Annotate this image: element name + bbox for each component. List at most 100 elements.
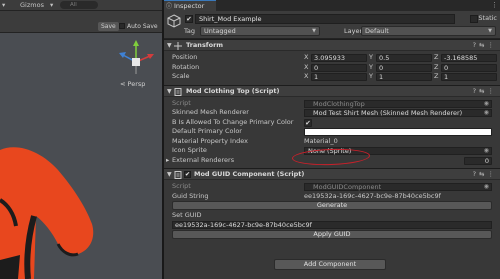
- material-index-row: Material Property Index Material_0: [164, 137, 500, 147]
- material-index-label: Material Property Index: [172, 136, 248, 145]
- primary-color-swatch[interactable]: [304, 128, 492, 136]
- chevron-down-icon: ▼: [488, 28, 492, 34]
- script-icon: [174, 87, 182, 96]
- object-picker-icon[interactable]: ◉: [484, 148, 489, 154]
- component-header-icons[interactable]: ?⇆⋮: [473, 169, 497, 180]
- auto-save-toggle[interactable]: Auto Save: [118, 22, 161, 31]
- scale-x-field[interactable]: 1: [311, 73, 367, 81]
- gameobject-active-checkbox[interactable]: ✔: [185, 15, 193, 23]
- generate-row: Generate: [164, 201, 500, 211]
- rotation-z-field[interactable]: 0: [441, 63, 497, 72]
- transform-header[interactable]: ▼ Transform ?⇆⋮: [164, 39, 500, 51]
- auto-save-checkbox[interactable]: [119, 23, 125, 29]
- inspector-tab-label: Inspector: [174, 2, 205, 10]
- script-field: ModClothingTop ◉: [304, 99, 492, 108]
- perspective-label[interactable]: ⋖ Persp: [120, 80, 145, 88]
- skinned-mesh-row: Skinned Mesh Renderer Mod Test Shirt Mes…: [164, 108, 500, 118]
- inspector-tab-bar: ⓘ Inspector ⋮: [164, 0, 500, 11]
- gameobject-name-input[interactable]: Shirt_Mod Example: [195, 14, 455, 24]
- foldout-arrow-icon[interactable]: ▼: [167, 169, 172, 180]
- set-guid-label-row: Set GUID: [164, 211, 500, 221]
- script-label: Script: [172, 98, 191, 107]
- gameobject-header: ✔ Shirt_Mod Example Static Tag Untagged ▼…: [164, 11, 500, 39]
- scene-secondary-toolbar: Save Auto Save: [0, 11, 162, 33]
- mod-clothing-top-title: Mod Clothing Top (Script): [186, 86, 280, 95]
- skinned-mesh-value: Mod Test Shirt Mesh (Skinned Mesh Render…: [313, 109, 463, 117]
- guid-string-value[interactable]: ee19532a-169c-4627-bc9e-87b40ce5bc9f: [304, 192, 441, 202]
- tag-label: Tag: [184, 27, 196, 35]
- x-axis-label: X: [304, 62, 309, 71]
- component-header-icons[interactable]: ?⇆⋮: [473, 86, 497, 97]
- scene-view[interactable]: ▾ Gizmos ▾ All Save Auto Save ⋖ Persp: [0, 0, 162, 279]
- auto-save-label: Auto Save: [127, 23, 158, 30]
- scale-y-field[interactable]: 1: [376, 73, 432, 81]
- scene-tab-bar: ▾ Gizmos ▾ All: [0, 0, 162, 11]
- primary-color-label: Default Primary Color: [172, 127, 242, 135]
- chevron-down-icon: ▼: [312, 28, 316, 34]
- skinned-mesh-field[interactable]: Mod Test Shirt Mesh (Skinned Mesh Render…: [304, 109, 492, 117]
- scale-row: Scale X 1 Y 1 Z 1: [164, 72, 500, 82]
- save-button[interactable]: Save: [98, 22, 119, 31]
- rotation-row: Rotation X 0 Y 0 Z 0: [164, 63, 500, 73]
- mod-guid-header[interactable]: ▼ ✔ Mod GUID Component (Script) ?⇆⋮: [164, 168, 500, 180]
- gizmo-toggle: ▾: [2, 1, 6, 9]
- apply-guid-button[interactable]: Apply GUID: [172, 229, 492, 239]
- scene-search-input[interactable]: All: [60, 1, 98, 9]
- script-value: ModGUIDComponent: [313, 183, 382, 191]
- position-z-field[interactable]: -3.168585: [441, 54, 497, 62]
- gizmos-caret-icon[interactable]: ▾: [50, 0, 53, 10]
- y-axis-label: Y: [369, 72, 373, 80]
- scale-z-field[interactable]: 1: [441, 73, 497, 81]
- guid-string-row: Guid String ee19532a-169c-4627-bc9e-87b4…: [164, 192, 500, 202]
- tab-inspector[interactable]: ⓘ Inspector: [164, 0, 216, 11]
- x-axis-label: X: [304, 53, 309, 61]
- generate-button[interactable]: Generate: [172, 201, 492, 210]
- persp-icon: ⋖: [120, 80, 126, 88]
- inspector-menu-icon[interactable]: ⋮: [491, 1, 498, 9]
- gizmo-y-axis-icon: [133, 40, 139, 46]
- rotation-label: Rotation: [172, 62, 200, 71]
- cube-icon: [167, 14, 181, 28]
- primary-color-row: Default Primary Color: [164, 127, 500, 137]
- tag-value: Untagged: [204, 27, 236, 35]
- object-picker-icon: ◉: [483, 183, 489, 190]
- script-field: ModGUIDComponent ◉: [304, 183, 492, 191]
- apply-guid-row: Apply GUID: [164, 229, 500, 240]
- persp-text: Persp: [127, 80, 146, 88]
- rotation-x-field[interactable]: 0: [311, 63, 367, 72]
- add-component-button[interactable]: Add Component: [274, 259, 386, 270]
- position-y-field[interactable]: 0.5: [376, 54, 432, 62]
- gizmos-dropdown[interactable]: Gizmos: [20, 0, 44, 10]
- rotation-y-field[interactable]: 0: [376, 63, 432, 72]
- allowed-change-color-checkbox[interactable]: ✔: [304, 118, 312, 127]
- mod-clothing-top-header[interactable]: ▼ Mod Clothing Top (Script) ?⇆⋮: [164, 84, 500, 97]
- skinned-mesh-label: Skinned Mesh Renderer: [172, 108, 249, 116]
- object-picker-icon[interactable]: ◉: [484, 110, 489, 116]
- allowed-change-color-row: B Is Allowed To Change Primary Color ✔: [164, 118, 500, 128]
- script-icon: [174, 171, 182, 179]
- tag-dropdown[interactable]: Untagged ▼: [200, 26, 320, 36]
- foldout-arrow-icon[interactable]: ▼: [167, 40, 172, 51]
- foldout-arrow-icon[interactable]: ▸: [166, 156, 169, 166]
- set-guid-input[interactable]: ee19532a-169c-4627-bc9e-87b40ce5bc9f: [172, 221, 492, 229]
- layer-dropdown[interactable]: Default ▼: [361, 26, 496, 36]
- position-x-field[interactable]: 3.095933: [311, 54, 367, 62]
- z-axis-label: Z: [434, 53, 439, 61]
- static-checkbox[interactable]: [470, 15, 478, 23]
- icon-sprite-label: Icon Sprite: [172, 146, 207, 154]
- object-picker-icon: ◉: [483, 99, 489, 107]
- external-renderers-count[interactable]: 0: [464, 156, 492, 165]
- component-enabled-checkbox[interactable]: ✔: [184, 171, 191, 178]
- transform-icon: [174, 42, 182, 50]
- transform-title: Transform: [186, 41, 224, 49]
- y-axis-label: Y: [369, 53, 373, 61]
- foldout-arrow-icon[interactable]: ▼: [167, 86, 172, 97]
- script-row: Script ModClothingTop ◉: [164, 99, 500, 109]
- material-index-value[interactable]: Material_0: [304, 137, 338, 147]
- external-renderers-label: External Renderers: [172, 155, 235, 164]
- position-row: Position X 3.095933 Y 0.5 Z -3.168585: [164, 53, 500, 63]
- script-label: Script: [172, 182, 191, 190]
- inspector-panel: ⓘ Inspector ⋮ ✔ Shirt_Mod Example Static…: [164, 0, 500, 279]
- component-header-icons[interactable]: ?⇆⋮: [473, 40, 497, 51]
- layer-value: Default: [365, 27, 389, 35]
